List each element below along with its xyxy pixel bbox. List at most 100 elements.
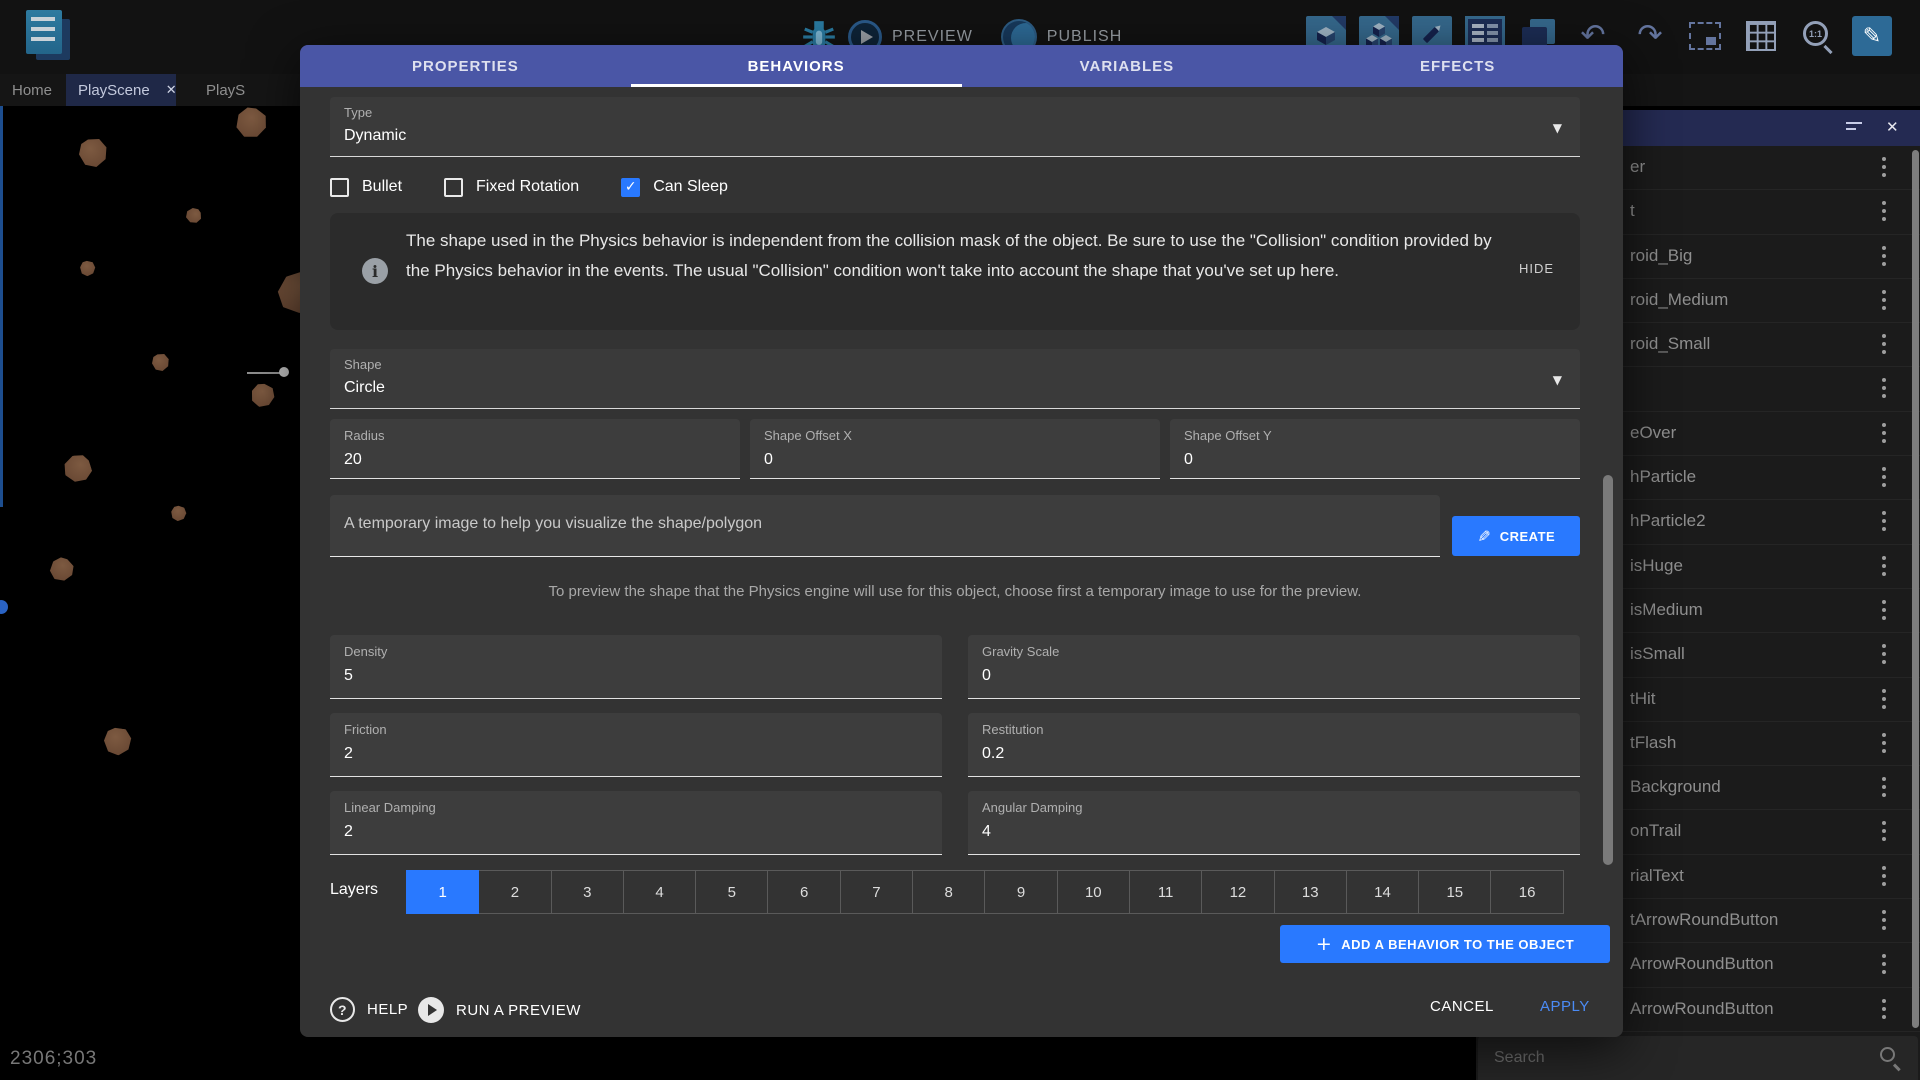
publish-button[interactable]: PUBLISH	[1047, 28, 1122, 46]
object-menu-icon[interactable]	[1882, 246, 1886, 266]
object-menu-icon[interactable]	[1882, 910, 1886, 930]
radius-field[interactable]: Radius 20	[330, 419, 740, 479]
layer-button[interactable]: 5	[695, 870, 768, 914]
dialog-scrollbar[interactable]	[1603, 475, 1613, 865]
checkbox-item[interactable]: ✓ Can Sleep	[621, 178, 728, 197]
layer-button[interactable]: 6	[767, 870, 840, 914]
tab-playscene[interactable]: PlayScene ✕	[66, 74, 176, 106]
layer-button[interactable]: 15	[1418, 870, 1491, 914]
object-menu-icon[interactable]	[1882, 201, 1886, 221]
layer-buttons: 1 2 3 4 5	[407, 870, 1564, 914]
object-menu-icon[interactable]	[1882, 511, 1886, 531]
object-menu-icon[interactable]	[1882, 556, 1886, 576]
layer-button[interactable]: 2	[478, 870, 551, 914]
object-menu-icon[interactable]	[1882, 600, 1886, 620]
asteroid-object[interactable]	[78, 259, 96, 277]
asteroid-object[interactable]	[230, 106, 272, 144]
layer-button[interactable]: 12	[1201, 870, 1274, 914]
asteroid-object[interactable]	[102, 726, 133, 757]
edit-scene-icon[interactable]: ✎	[1852, 16, 1892, 56]
layer-button[interactable]: 16	[1490, 870, 1563, 914]
linear-damping-field[interactable]: Linear Damping 2	[330, 791, 942, 855]
tab-home[interactable]: Home	[0, 74, 64, 106]
object-menu-icon[interactable]	[1882, 777, 1886, 797]
cursor-coordinates: 2306;303	[10, 1048, 97, 1070]
layer-button[interactable]: 14	[1346, 870, 1419, 914]
shape-select[interactable]: Shape Circle ▼	[330, 349, 1580, 409]
scene-selection-handle[interactable]	[0, 600, 8, 614]
layer-button[interactable]: 1	[406, 870, 479, 914]
gravity-scale-field[interactable]: Gravity Scale 0	[968, 635, 1580, 699]
layer-button[interactable]: 13	[1274, 870, 1347, 914]
object-guide-line	[247, 372, 283, 374]
object-menu-icon[interactable]	[1882, 423, 1886, 443]
asteroid-object[interactable]	[169, 504, 188, 523]
layer-button[interactable]: 9	[984, 870, 1057, 914]
dialog-tab[interactable]: VARIABLES	[962, 45, 1293, 87]
create-button[interactable]: ✎ CREATE	[1452, 516, 1580, 556]
dialog-tab[interactable]: EFFECTS	[1292, 45, 1623, 87]
object-menu-icon[interactable]	[1882, 334, 1886, 354]
object-menu-icon[interactable]	[1882, 999, 1886, 1019]
temporary-image-input[interactable]	[344, 515, 1394, 533]
object-menu-icon[interactable]	[1882, 290, 1886, 310]
asteroid-object[interactable]	[152, 354, 169, 371]
object-anchor-dot[interactable]	[279, 367, 289, 377]
run-preview-button[interactable]: RUN A PREVIEW	[418, 997, 581, 1023]
layer-button[interactable]: 3	[551, 870, 624, 914]
shape-offset-y-field[interactable]: Shape Offset Y 0	[1170, 419, 1580, 479]
info-box: i The shape used in the Physics behavior…	[330, 213, 1580, 330]
checkbox-item[interactable]: ✓ Bullet	[330, 178, 402, 197]
angular-damping-field[interactable]: Angular Damping 4	[968, 791, 1580, 855]
dialog-tab[interactable]: BEHAVIORS	[631, 45, 962, 87]
object-menu-icon[interactable]	[1882, 954, 1886, 974]
object-menu-icon[interactable]	[1882, 467, 1886, 487]
project-manager-icon[interactable]	[26, 10, 72, 62]
layer-button[interactable]: 10	[1057, 870, 1130, 914]
cancel-button[interactable]: CANCEL	[1430, 998, 1494, 1015]
shape-offset-x-field[interactable]: Shape Offset X 0	[750, 419, 1160, 479]
hide-button[interactable]: HIDE	[1519, 261, 1554, 276]
tab-playscene-events[interactable]: PlayS	[200, 74, 310, 106]
restitution-field[interactable]: Restitution 0.2	[968, 713, 1580, 777]
close-tab-icon[interactable]: ✕	[166, 83, 177, 98]
apply-button[interactable]: APPLY	[1540, 998, 1590, 1015]
help-button[interactable]: ? HELP	[330, 997, 408, 1022]
asteroid-object[interactable]	[61, 452, 94, 485]
density-field[interactable]: Density 5	[330, 635, 942, 699]
add-behavior-button[interactable]: + ADD A BEHAVIOR TO THE OBJECT	[1280, 925, 1610, 963]
layer-button[interactable]: 8	[912, 870, 985, 914]
asteroid-object[interactable]	[186, 208, 201, 223]
layer-button[interactable]: 11	[1129, 870, 1202, 914]
zoom-reset-icon[interactable]: 1:1	[1803, 21, 1833, 51]
capture-screenshot-icon[interactable]	[1689, 22, 1721, 50]
object-menu-icon[interactable]	[1882, 689, 1886, 709]
object-name: isHuge	[1630, 556, 1683, 576]
object-name: onTrail	[1630, 821, 1681, 841]
object-menu-icon[interactable]	[1882, 821, 1886, 841]
grid-icon[interactable]	[1746, 21, 1776, 51]
layer-button[interactable]: 7	[840, 870, 913, 914]
redo-icon[interactable]: ↷	[1628, 16, 1672, 56]
object-name: tFlash	[1630, 733, 1676, 753]
object-menu-icon[interactable]	[1882, 866, 1886, 886]
layer-button[interactable]: 4	[623, 870, 696, 914]
object-menu-icon[interactable]	[1882, 378, 1886, 398]
checkbox-item[interactable]: ✓ Fixed Rotation	[444, 178, 579, 197]
temporary-image-field[interactable]	[330, 495, 1440, 557]
dialog-tab[interactable]: PROPERTIES	[300, 45, 631, 87]
friction-field[interactable]: Friction 2	[330, 713, 942, 777]
asteroid-object[interactable]	[45, 553, 77, 585]
type-select[interactable]: Type Dynamic ▼	[330, 97, 1580, 157]
panel-scrollbar[interactable]	[1912, 150, 1919, 1028]
object-name: hParticle2	[1630, 511, 1706, 531]
preview-button[interactable]: PREVIEW	[892, 28, 973, 46]
panel-close-icon[interactable]: ✕	[1886, 118, 1899, 136]
filter-icon[interactable]	[1846, 122, 1862, 134]
search-input[interactable]	[1494, 1036, 1854, 1080]
asteroid-object[interactable]	[79, 139, 107, 167]
object-menu-icon[interactable]	[1882, 644, 1886, 664]
asteroid-object[interactable]	[247, 380, 278, 411]
object-menu-icon[interactable]	[1882, 733, 1886, 753]
object-menu-icon[interactable]	[1882, 157, 1886, 177]
